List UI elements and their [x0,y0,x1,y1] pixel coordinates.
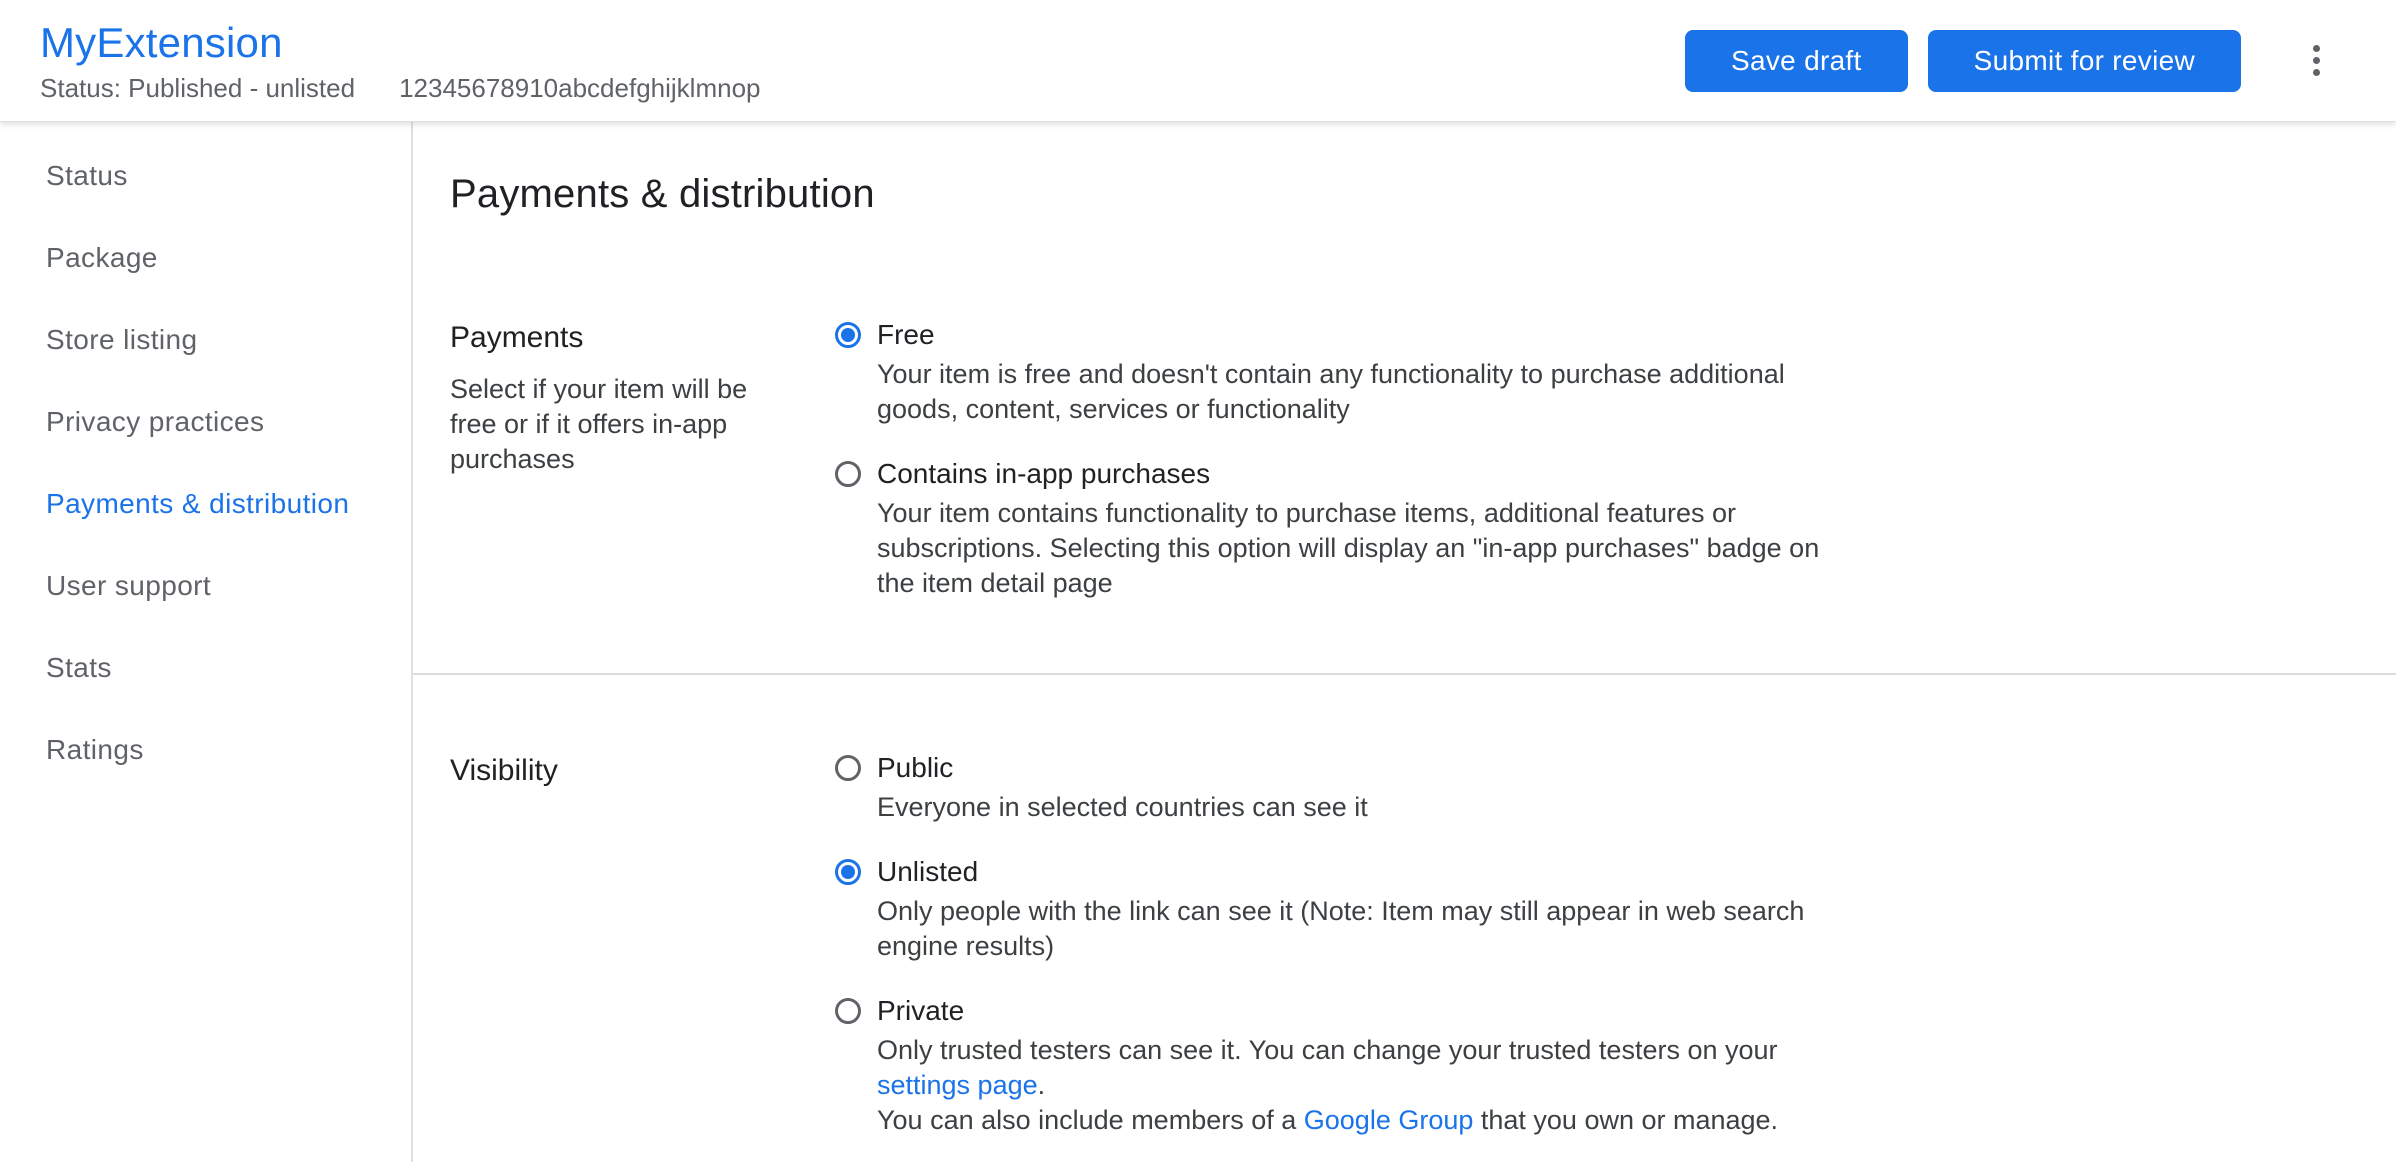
sidebar-item-label: Privacy practices [46,406,265,437]
sidebar-item-label: Ratings [46,734,144,765]
visibility-section-header: Visibility [450,751,835,1138]
kebab-menu-icon [2312,45,2320,52]
payments-section-header: Payments Select if your item will be fre… [450,318,835,601]
payments-section-description: Select if your item will be free or if i… [450,374,748,474]
radio-label: Unlisted [877,856,979,887]
radio-button-icon[interactable] [835,998,861,1024]
radio-row[interactable]: Public [835,751,2356,785]
radio-description: Everyone in selected countries can see i… [877,792,1368,822]
sidebar-item-privacy-practices[interactable]: Privacy practices [0,381,411,463]
sidebar-item-ratings[interactable]: Ratings [0,709,411,791]
body-row: Status Package Store listing Privacy pra… [0,122,2396,1162]
kebab-menu-icon [2312,69,2320,76]
main-content: Payments & distribution Payments Select … [413,122,2396,1162]
radio-row[interactable]: Free [835,318,2356,352]
publish-status: Status: Published - unlisted [40,73,356,103]
payments-option-free: Free Your item is free and doesn't conta… [835,318,2356,427]
save-draft-button[interactable]: Save draft [1684,29,1908,92]
radio-button-icon[interactable] [835,755,861,781]
radio-label: Private [877,995,965,1026]
radio-description: Only trusted testers can see it. You can… [877,1035,1779,1135]
sidebar-item-status[interactable]: Status [0,135,411,217]
sidebar-item-label: Stats [46,652,112,683]
payments-option-contains-in-app-purchases: Contains in-app purchases Your item cont… [835,457,2356,601]
page-title: Payments & distribution [450,172,875,216]
visibility-section: Visibility Public Everyone in selected c… [413,675,2396,1138]
sidebar-item-label: Payments & distribution [46,488,350,519]
radio-row[interactable]: Contains in-app purchases [835,457,2356,491]
radio-row[interactable]: Unlisted [835,855,2356,889]
radio-label: Free [877,319,935,350]
radio-description: Only people with the link can see it (No… [877,896,1805,961]
visibility-option-public: Public Everyone in selected countries ca… [835,751,2356,825]
sidebar-nav: Status Package Store listing Privacy pra… [0,122,413,1162]
radio-row[interactable]: Private [835,994,2356,1028]
visibility-section-label: Visibility [450,754,558,787]
sidebar-item-package[interactable]: Package [0,217,411,299]
header: MyExtension Status: Published - unlisted… [0,0,2396,122]
payments-section-label: Payments [450,321,584,354]
sidebar-item-user-support[interactable]: User support [0,545,411,627]
google-group-link[interactable]: Google Group [1304,1105,1474,1135]
radio-description: Your item is free and doesn't contain an… [877,359,1785,424]
submit-for-review-button[interactable]: Submit for review [1927,29,2241,92]
header-actions: Save draft Submit for review [1665,29,2329,92]
extension-title: MyExtension [40,19,283,66]
radio-label: Contains in-app purchases [877,458,1211,489]
visibility-options: Public Everyone in selected countries ca… [835,751,2356,1138]
sidebar-item-label: Status [46,160,128,191]
status-row: Status: Published - unlisted 12345678910a… [40,73,761,103]
visibility-option-private: Private Only trusted testers can see it.… [835,994,2356,1138]
radio-label: Public [877,752,954,783]
header-title-block: MyExtension Status: Published - unlisted… [40,18,761,103]
sidebar-item-store-listing[interactable]: Store listing [0,299,411,381]
sidebar-item-label: User support [46,570,212,601]
radio-description: Your item contains functionality to purc… [877,498,1820,598]
visibility-option-unlisted: Unlisted Only people with the link can s… [835,855,2356,964]
sidebar-item-stats[interactable]: Stats [0,627,411,709]
payments-section: Payments Select if your item will be fre… [413,318,2396,673]
payments-options: Free Your item is free and doesn't conta… [835,318,2356,601]
more-options-button[interactable] [2303,39,2329,82]
settings-page-link[interactable]: settings page [877,1070,1038,1100]
sidebar-item-label: Store listing [46,324,198,355]
kebab-menu-icon [2312,57,2320,64]
radio-button-icon[interactable] [835,461,861,487]
sidebar-item-payments-distribution[interactable]: Payments & distribution [0,463,411,545]
radio-button-icon[interactable] [835,859,861,885]
radio-button-icon[interactable] [835,322,861,348]
sidebar-item-label: Package [46,242,158,273]
extension-id: 12345678910abcdefghijklmnop [399,73,761,103]
chrome-webstore-developer-dashboard: MyExtension Status: Published - unlisted… [0,0,2396,1162]
